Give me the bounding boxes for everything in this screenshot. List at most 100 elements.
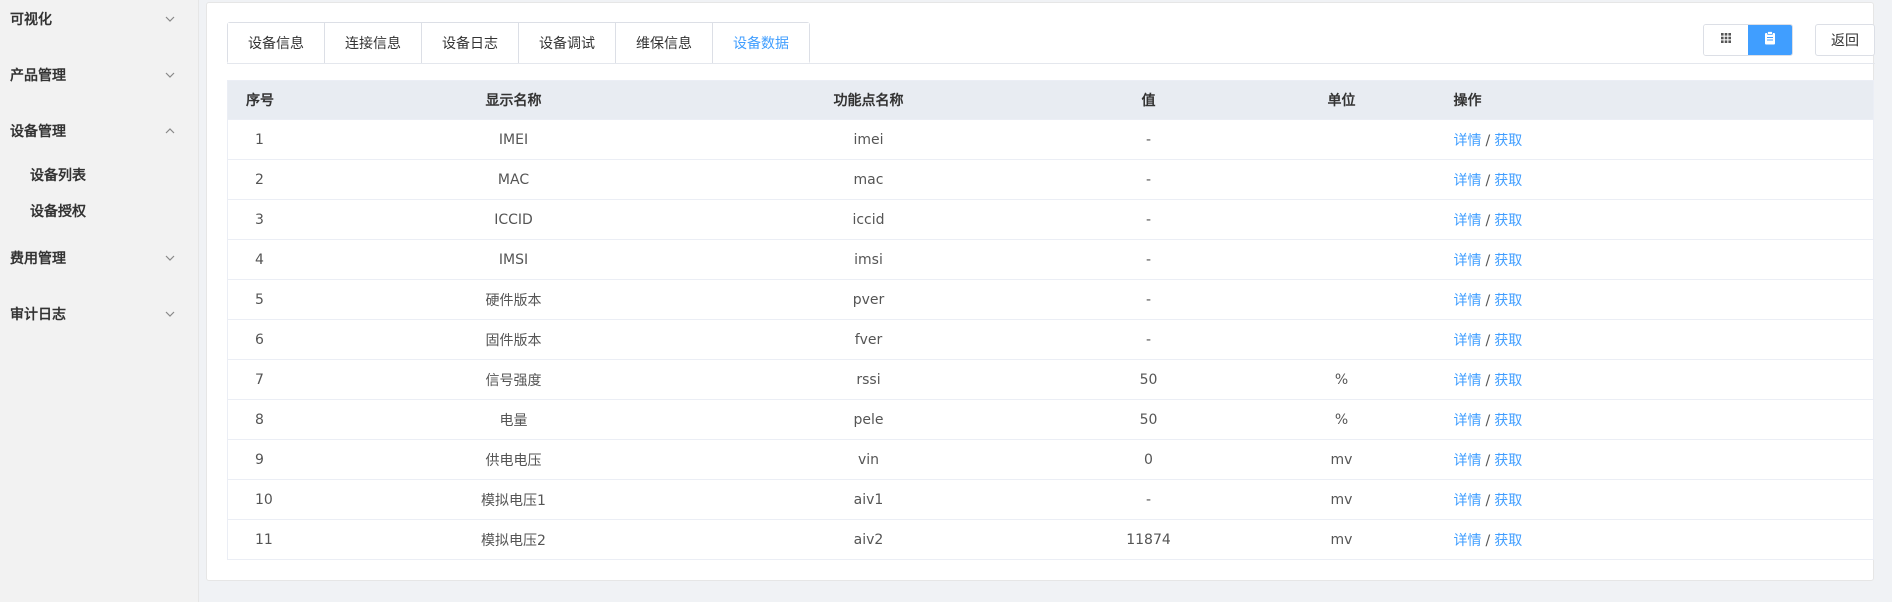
menu-title[interactable]: 费用管理 (0, 240, 198, 276)
cell-unit: % (1243, 399, 1440, 440)
cell-value: 50 (1053, 399, 1244, 440)
detail-link[interactable]: 详情 (1454, 333, 1482, 349)
cell-unit (1243, 239, 1440, 280)
tab-maintenance-info[interactable]: 维保信息 (616, 23, 713, 63)
tab-device-data[interactable]: 设备数据 (713, 23, 809, 63)
cell-index: 11 (255, 531, 273, 548)
cell-display-name: 固件版本 (343, 319, 684, 360)
cell-function-name: aiv1 (683, 479, 1054, 520)
table-row: 7 信号强度 rssi 50% 详情 / 获取 (227, 359, 1874, 400)
menu-title[interactable]: 可视化 (0, 1, 198, 37)
submenu-item-device-list[interactable]: 设备列表 (0, 157, 198, 193)
tab-device-log[interactable]: 设备日志 (422, 23, 519, 63)
action-separator: / (1485, 332, 1491, 349)
grid-icon (1720, 32, 1732, 48)
cell-value: 50 (1053, 359, 1244, 400)
cell-function-name: iccid (683, 199, 1054, 240)
cell-actions: 详情 / 获取 (1439, 439, 1874, 480)
detail-link[interactable]: 详情 (1454, 493, 1482, 509)
device-detail-panel: 设备信息 连接信息 设备日志 设备调试 维保信息 设备数据 返回 序号 显示名称… (206, 2, 1875, 581)
cell-display-name: 信号强度 (343, 359, 684, 400)
cell-unit (1243, 319, 1440, 360)
table-row: 4 IMSI imsi - 详情 / 获取 (227, 239, 1874, 280)
fetch-link[interactable]: 获取 (1494, 373, 1522, 389)
cell-unit: mv (1243, 439, 1440, 480)
fetch-link[interactable]: 获取 (1494, 533, 1522, 549)
menu-label: 审计日志 (10, 307, 66, 323)
fetch-link[interactable]: 获取 (1494, 213, 1522, 229)
cell-value: 11874 (1126, 531, 1171, 548)
table-row: 5 硬件版本 pver - 详情 / 获取 (227, 279, 1874, 320)
cell-function-name: imei (683, 119, 1054, 160)
column-header-display-name: 显示名称 (343, 80, 684, 120)
cell-actions: 详情 / 获取 (1439, 279, 1874, 320)
menu-product-management[interactable]: 产品管理 (0, 57, 198, 93)
fetch-link[interactable]: 获取 (1494, 293, 1522, 309)
cell-actions: 详情 / 获取 (1439, 199, 1874, 240)
menu-device-management[interactable]: 设备管理 设备列表 设备授权 (0, 113, 198, 229)
menu-title[interactable]: 设备管理 (0, 113, 198, 149)
menu-title[interactable]: 审计日志 (0, 296, 198, 332)
cell-actions: 详情 / 获取 (1439, 239, 1874, 280)
fetch-link[interactable]: 获取 (1494, 413, 1522, 429)
tab-device-info[interactable]: 设备信息 (228, 23, 325, 63)
cell-unit (1243, 119, 1440, 160)
menu-visualization[interactable]: 可视化 (0, 1, 198, 37)
cell-display-name: ICCID (343, 199, 684, 240)
table-row: 3 ICCID iccid - 详情 / 获取 (227, 199, 1874, 240)
cell-function-name: aiv2 (853, 531, 884, 548)
column-header-function-name: 功能点名称 (683, 80, 1054, 120)
menu-label: 可视化 (10, 12, 52, 28)
detail-link[interactable]: 详情 (1454, 413, 1482, 429)
detail-link[interactable]: 详情 (1454, 533, 1482, 549)
table-row: 11 模拟电压2 aiv2 11874 mv 详情 / 获取 (228, 520, 1874, 560)
cell-actions: 详情 / 获取 (1440, 520, 1874, 560)
grid-view-button[interactable] (1704, 25, 1748, 55)
detail-link[interactable]: 详情 (1454, 213, 1482, 229)
detail-link[interactable]: 详情 (1454, 133, 1482, 149)
detail-link[interactable]: 详情 (1454, 373, 1482, 389)
cell-value: - (1053, 479, 1244, 520)
cell-value: - (1053, 119, 1244, 160)
detail-link[interactable]: 详情 (1454, 253, 1482, 269)
cell-index: 2 (227, 159, 344, 200)
view-toggle (1703, 24, 1793, 56)
device-data-table: 序号 显示名称 功能点名称 值 单位 操作 1 IMEI imei - 详情 / 获取 2 MA… (227, 80, 1874, 560)
cell-index: 10 (227, 479, 344, 520)
menu-fee-management[interactable]: 费用管理 (0, 240, 198, 276)
detail-link[interactable]: 详情 (1454, 173, 1482, 189)
cell-display-name: 电量 (343, 399, 684, 440)
cell-function-name: mac (683, 159, 1054, 200)
menu-title[interactable]: 产品管理 (0, 57, 198, 93)
cell-display-name: IMSI (343, 239, 684, 280)
fetch-link[interactable]: 获取 (1494, 493, 1522, 509)
cell-index: 8 (227, 399, 344, 440)
action-separator: / (1485, 372, 1491, 389)
menu-label: 产品管理 (10, 68, 66, 84)
tab-connection-info[interactable]: 连接信息 (325, 23, 422, 63)
cell-index: 3 (227, 199, 344, 240)
tab-device-debug[interactable]: 设备调试 (519, 23, 616, 63)
table-row: 2 MAC mac - 详情 / 获取 (227, 159, 1874, 200)
cell-actions: 详情 / 获取 (1439, 119, 1874, 160)
cell-display-name: IMEI (343, 119, 684, 160)
fetch-link[interactable]: 获取 (1494, 173, 1522, 189)
sidebar: 可视化 产品管理 设备管理 设备列表 设备授权 费用管理 审计日志 (0, 0, 199, 602)
cell-display-name: 供电电压 (343, 439, 684, 480)
cell-value: - (1053, 279, 1244, 320)
action-separator: / (1485, 172, 1491, 189)
column-header-unit: 单位 (1243, 80, 1440, 120)
menu-audit-log[interactable]: 审计日志 (0, 296, 198, 332)
back-button[interactable]: 返回 (1815, 24, 1875, 56)
fetch-link[interactable]: 获取 (1494, 333, 1522, 349)
fetch-link[interactable]: 获取 (1494, 253, 1522, 269)
fetch-link[interactable]: 获取 (1494, 453, 1522, 469)
fetch-link[interactable]: 获取 (1494, 133, 1522, 149)
detail-link[interactable]: 详情 (1454, 293, 1482, 309)
submenu-item-device-auth[interactable]: 设备授权 (0, 193, 198, 229)
list-view-button[interactable] (1748, 25, 1792, 55)
action-separator: / (1485, 292, 1491, 309)
cell-actions: 详情 / 获取 (1439, 159, 1874, 200)
detail-link[interactable]: 详情 (1454, 453, 1482, 469)
cell-function-name: pele (683, 399, 1054, 440)
